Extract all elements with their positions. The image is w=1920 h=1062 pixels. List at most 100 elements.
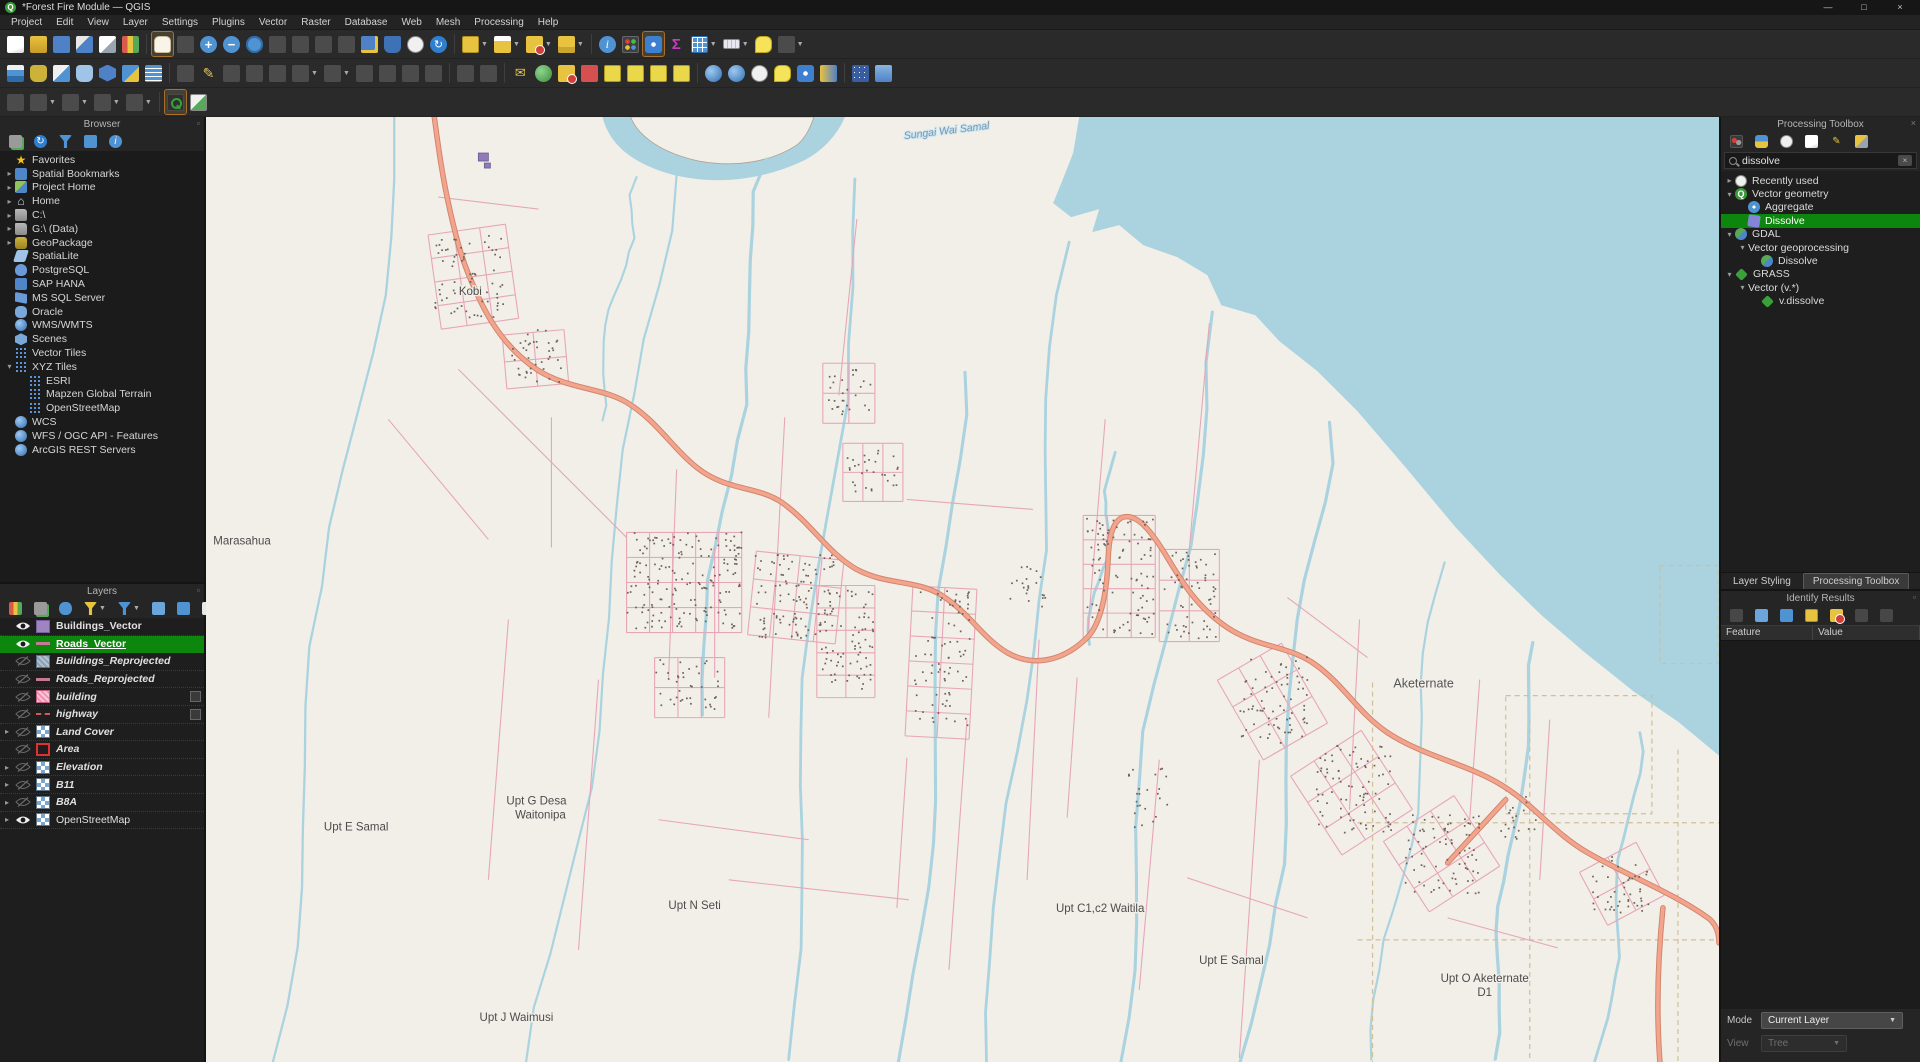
vertex-tool-button[interactable]: ▼ [290, 61, 320, 85]
expander-icon[interactable]: ▸ [1724, 176, 1735, 185]
layer-item-b8a[interactable]: ▸B8A [0, 794, 204, 812]
layer-item-area[interactable]: Area [0, 741, 204, 759]
copy-feature-button[interactable] [1853, 604, 1870, 628]
algorithm-recently-used[interactable]: ▸Recently used [1721, 174, 1920, 187]
layer-item-elevation[interactable]: ▸Elevation [0, 759, 204, 777]
maximize-button[interactable]: □ [1849, 0, 1879, 15]
pan-to-selection-button[interactable] [175, 32, 196, 56]
menu-vector[interactable]: Vector [252, 16, 294, 29]
identify-mode-select[interactable]: Current Layer ▼ [1761, 1012, 1903, 1029]
browser-item-wms-wmts[interactable]: WMS/WMTS [0, 319, 204, 333]
dropdown-arrow-icon[interactable]: ▼ [343, 70, 350, 77]
layer-item-buildings-vector[interactable]: Buildings_Vector [0, 618, 204, 636]
menu-layer[interactable]: Layer [116, 16, 155, 29]
new-spatial-bookmark-button[interactable] [359, 32, 380, 56]
show-spatial-bookmarks-button[interactable] [382, 32, 403, 56]
collapse-tree-button[interactable] [1778, 604, 1795, 628]
expand-new-results-button[interactable] [1803, 604, 1820, 628]
project-properties-button[interactable] [97, 32, 118, 56]
web-globe-2-button[interactable] [726, 61, 747, 85]
menu-database[interactable]: Database [338, 16, 395, 29]
filter-legend-button[interactable]: ▼ [82, 597, 108, 621]
run-feature-action-button[interactable] [620, 32, 641, 56]
algorithm-v-dissolve[interactable]: v.dissolve [1721, 295, 1920, 308]
browser-item-project-home[interactable]: ▸Project Home [0, 181, 204, 195]
browser-item-esri[interactable]: ESRI [0, 374, 204, 388]
browser-item-mapzen-global-terrain[interactable]: Mapzen Global Terrain [0, 388, 204, 402]
processing-close-icon[interactable]: × [1911, 118, 1916, 128]
label-tool-3-button[interactable] [648, 61, 669, 85]
dropdown-arrow-icon[interactable]: ▼ [145, 99, 152, 106]
expander-icon[interactable]: ▾ [1724, 190, 1735, 199]
history-button[interactable] [1778, 130, 1795, 154]
layer-item-building[interactable]: building [0, 688, 204, 706]
zoom-to-feature-plugin-button[interactable] [188, 90, 209, 114]
browser-item-wfs-ogc-api-features[interactable]: WFS / OGC API - Features [0, 429, 204, 443]
toggle-editing-button[interactable]: ✎ [198, 61, 219, 85]
layer-item-land-cover[interactable]: ▸Land Cover [0, 724, 204, 742]
shape-polygon-button[interactable]: ▼ [124, 90, 154, 114]
layer-item-buildings-reprojected[interactable]: Buildings_Reprojected [0, 653, 204, 671]
data-source-manager-button[interactable] [5, 61, 26, 85]
browser-item-geopackage[interactable]: ▸GeoPackage [0, 236, 204, 250]
browser-item-scenes[interactable]: Scenes [0, 332, 204, 346]
browser-item-postgresql[interactable]: PostgreSQL [0, 263, 204, 277]
algorithm-gdal[interactable]: ▾GDAL [1721, 228, 1920, 241]
expander-icon[interactable]: ▸ [4, 238, 15, 247]
close-button[interactable]: × [1885, 0, 1915, 15]
zoom-full-extent-button[interactable] [244, 32, 265, 56]
form-view-button[interactable] [1728, 604, 1745, 628]
layer-visibility-toggle[interactable] [12, 656, 34, 666]
options-button[interactable] [1853, 130, 1870, 154]
dropdown-arrow-icon[interactable]: ▼ [577, 41, 584, 48]
osm-place-search-mail-button[interactable]: ✉ [510, 61, 531, 85]
layer-visibility-toggle[interactable] [12, 692, 34, 702]
shape-circle-button[interactable]: ▼ [28, 90, 58, 114]
browser-item-spatial-bookmarks[interactable]: ▸Spatial Bookmarks [0, 167, 204, 181]
refresh-map-button[interactable]: ↻ [428, 32, 449, 56]
algorithm-dissolve[interactable]: Dissolve [1721, 254, 1920, 267]
layer-visibility-toggle[interactable] [12, 797, 34, 807]
menu-web[interactable]: Web [394, 16, 428, 29]
dropdown-arrow-icon[interactable]: ▼ [742, 41, 749, 48]
layer-item-b11[interactable]: ▸B11 [0, 776, 204, 794]
zoom-next-button[interactable] [336, 32, 357, 56]
layer-visibility-toggle[interactable] [12, 780, 34, 790]
expand-tree-button[interactable] [1753, 604, 1770, 628]
browser-item-g-data[interactable]: ▸G:\ (Data) [0, 222, 204, 236]
expander-icon[interactable]: ▸ [2, 815, 12, 824]
dropdown-arrow-icon[interactable]: ▼ [133, 605, 140, 612]
legend-widget-badge[interactable] [190, 709, 201, 720]
project-save-button[interactable] [51, 32, 72, 56]
zoom-to-layer-button[interactable] [290, 32, 311, 56]
layer-visibility-toggle[interactable] [12, 709, 34, 719]
layer-item-roads-vector[interactable]: Roads_Vector [0, 636, 204, 654]
add-group-button[interactable] [32, 597, 49, 621]
label-tool-2-button[interactable] [625, 61, 646, 85]
gradient-tool-button[interactable] [818, 61, 839, 85]
label-tool-4-button[interactable] [671, 61, 692, 85]
new-virtual-layer-button[interactable] [143, 61, 164, 85]
layer-visibility-toggle[interactable] [12, 621, 34, 631]
project-open-button[interactable] [28, 32, 49, 56]
annotation-curve-button[interactable] [5, 90, 26, 114]
collapse-all-layers-button[interactable] [175, 597, 192, 621]
copy-features-button[interactable] [400, 61, 421, 85]
add-polygon-feature-button[interactable] [267, 61, 288, 85]
zoom-in-button[interactable]: + [198, 32, 219, 56]
minimize-button[interactable]: — [1813, 0, 1843, 15]
statistical-summary-button[interactable]: Σ [666, 32, 687, 56]
menu-processing[interactable]: Processing [467, 16, 530, 29]
menu-mesh[interactable]: Mesh [429, 16, 467, 29]
algorithm-vector-v[interactable]: ▾Vector (v.*) [1721, 281, 1920, 294]
menu-help[interactable]: Help [531, 16, 566, 29]
properties-widget-button[interactable]: i [107, 130, 124, 154]
filter-browser-button[interactable] [57, 130, 74, 154]
shape-rectangle-button[interactable]: ▼ [92, 90, 122, 114]
style-manager-button[interactable] [120, 32, 141, 56]
expander-icon[interactable]: ▸ [4, 197, 15, 206]
save-layer-edits-button[interactable] [221, 61, 242, 85]
layers-dock-icon[interactable]: ▫ [197, 585, 200, 595]
project-save-as-button[interactable] [74, 32, 95, 56]
dropdown-arrow-icon[interactable]: ▼ [481, 41, 488, 48]
